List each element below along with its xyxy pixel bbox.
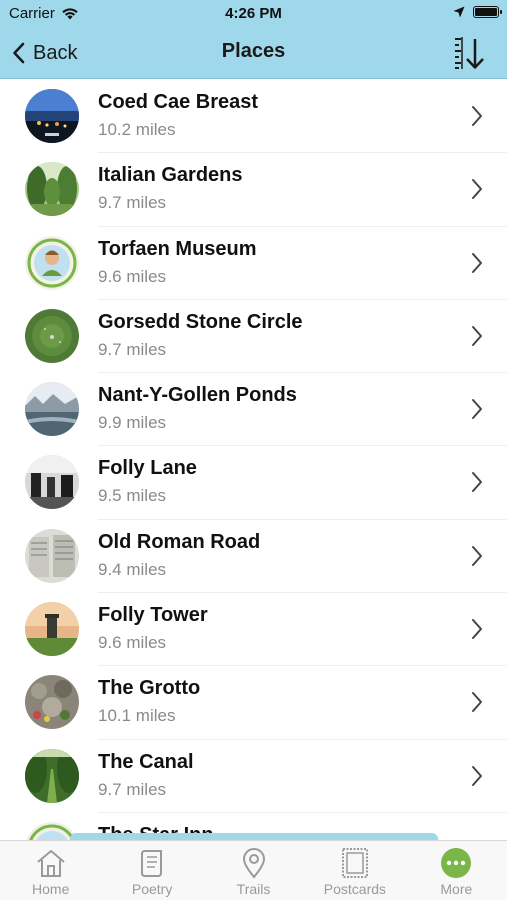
sort-distance-icon[interactable] xyxy=(453,36,487,70)
tab-home-label: Home xyxy=(32,881,70,897)
tab-home[interactable]: Home xyxy=(0,841,101,900)
chevron-right-icon xyxy=(472,545,482,566)
navigation-bar: Back Places xyxy=(0,28,507,79)
chevron-right-icon xyxy=(472,252,482,273)
chevron-right-icon xyxy=(472,765,482,786)
place-distance: 9.7 miles xyxy=(98,339,167,359)
place-thumbnail xyxy=(25,528,79,583)
place-distance: 9.6 miles xyxy=(98,633,167,653)
tab-more[interactable]: More xyxy=(406,841,507,900)
place-thumbnail xyxy=(25,162,79,217)
list-item[interactable]: Gorsedd Stone Circle 9.7 miles xyxy=(0,300,507,374)
tab-postcards-label: Postcards xyxy=(323,881,387,897)
chevron-right-icon xyxy=(472,619,482,640)
place-thumbnail xyxy=(25,602,79,657)
scroll-icon xyxy=(135,847,169,879)
tab-more-label: More xyxy=(440,881,473,897)
place-name: Torfaen Museum xyxy=(98,237,257,260)
list-item[interactable]: The Grotto 10.1 miles xyxy=(0,666,507,740)
place-thumbnail xyxy=(25,748,79,803)
status-right xyxy=(453,6,502,18)
place-thumbnail xyxy=(25,235,79,290)
more-icon xyxy=(439,847,473,879)
place-distance: 10.1 miles xyxy=(98,706,176,726)
places-list[interactable]: Coed Cae Breast 10.2 miles Italian Garde… xyxy=(0,80,507,840)
place-name: Old Roman Road xyxy=(98,530,261,553)
page-title: Places xyxy=(221,40,286,62)
tab-trails-label: Trails xyxy=(236,881,271,897)
place-thumbnail xyxy=(25,89,79,143)
postcard-icon xyxy=(338,847,372,879)
place-name: Gorsedd Stone Circle xyxy=(98,310,303,333)
place-name: Folly Tower xyxy=(98,604,208,627)
place-name: The Grotto xyxy=(98,677,201,700)
map-pin-icon xyxy=(237,847,271,879)
chevron-right-icon xyxy=(472,325,482,346)
list-item[interactable]: Folly Tower 9.6 miles xyxy=(0,593,507,667)
place-thumbnail xyxy=(25,308,79,363)
tab-trails[interactable]: Trails xyxy=(203,841,304,900)
house-icon xyxy=(34,847,68,879)
location-arrow-icon xyxy=(453,6,465,18)
place-name: Nant-Y-Gollen Ponds xyxy=(98,384,297,407)
chevron-right-icon xyxy=(472,179,482,200)
place-thumbnail xyxy=(25,382,79,437)
status-bar: Carrier 4:26 PM xyxy=(0,0,507,28)
place-distance: 9.7 miles xyxy=(98,779,167,799)
list-item[interactable]: Italian Gardens 9.7 miles xyxy=(0,153,507,227)
place-distance: 9.4 miles xyxy=(98,559,167,579)
chevron-right-icon xyxy=(472,106,482,126)
chevron-right-icon xyxy=(472,399,482,420)
place-distance: 9.5 miles xyxy=(98,486,167,506)
place-thumbnail xyxy=(25,675,79,730)
place-name: Italian Gardens xyxy=(98,164,243,187)
place-name: Folly Lane xyxy=(98,457,197,480)
chevron-right-icon xyxy=(472,472,482,493)
place-thumbnail xyxy=(25,455,79,510)
place-name: Coed Cae Breast xyxy=(98,91,259,113)
status-time: 4:26 PM xyxy=(225,5,282,22)
list-item[interactable]: Coed Cae Breast 10.2 miles xyxy=(0,80,507,154)
place-distance: 9.9 miles xyxy=(98,413,167,433)
place-distance: 9.6 miles xyxy=(98,266,167,286)
list-item[interactable]: Nant-Y-Gollen Ponds 9.9 miles xyxy=(0,373,507,447)
list-item[interactable]: Folly Lane 9.5 miles xyxy=(0,446,507,521)
list-item[interactable]: The Canal 9.7 miles xyxy=(0,740,507,814)
place-name: The Canal xyxy=(98,750,194,773)
tab-poetry[interactable]: Poetry xyxy=(101,841,202,900)
chevron-right-icon xyxy=(472,692,482,713)
tab-bar: Home Poetry Trails Postcards More xyxy=(0,840,507,900)
battery-icon xyxy=(473,6,502,18)
list-item[interactable]: Old Roman Road 9.4 miles xyxy=(0,520,507,594)
tab-poetry-label: Poetry xyxy=(131,881,173,897)
place-distance: 9.7 miles xyxy=(98,193,167,213)
place-distance: 10.2 miles xyxy=(98,120,176,139)
list-item[interactable]: Torfaen Museum 9.6 miles xyxy=(0,227,507,301)
tab-postcards[interactable]: Postcards xyxy=(304,841,405,900)
